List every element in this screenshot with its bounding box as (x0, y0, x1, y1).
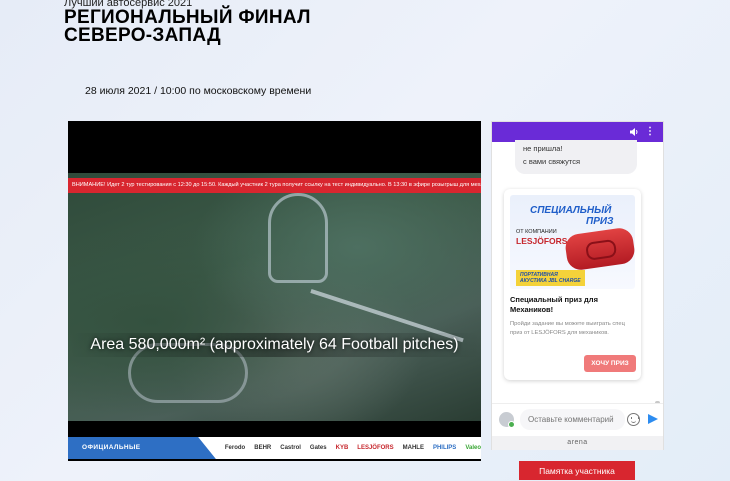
partner-logo: LESJÖFORS (357, 445, 394, 451)
promo-card: СПЕЦИАЛЬНЫЙ ПРИЗ ОТ КОМПАНИИ LESJÖFORS П… (504, 189, 641, 380)
video-frame: Area 580,000m² (approximately 64 Footbal… (68, 173, 481, 459)
promo-image-tag: ПОРТАТИВНАЯ АКУСТИКА JBL CHARGE (516, 270, 585, 286)
chat-widget: ⋮ не пришла! с вами свяжутся СПЕЦИАЛЬНЫЙ… (491, 121, 664, 450)
video-caption: Area 580,000m² (approximately 64 Footbal… (68, 333, 481, 357)
page-title-line2: СЕВЕРО-ЗАПАД (64, 25, 221, 46)
warning-banner: ВНИМАНИЕ! Идет 2 тур тестирования с 12:3… (68, 178, 481, 193)
video-player[interactable]: Area 580,000m² (approximately 64 Footbal… (68, 121, 481, 461)
promo-title: Специальный приз для Механиков! (510, 295, 598, 314)
partner-logo: Valeo (465, 445, 481, 451)
race-track-outline (268, 193, 328, 283)
promo-image-brand: LESJÖFORS (516, 236, 568, 246)
event-date: 28 июля 2021 / 10:00 по московскому врем… (85, 85, 312, 97)
promo-image: СПЕЦИАЛЬНЫЙ ПРИЗ ОТ КОМПАНИИ LESJÖFORS П… (510, 195, 635, 289)
chat-footer-brand: arena (492, 436, 663, 450)
speaker-icon[interactable] (629, 127, 639, 137)
partners-bar: ОФИЦИАЛЬНЫЕ ПАРТНЕРЫ Ferodo BEHR Castrol… (68, 437, 481, 459)
promo-image-from: ОТ КОМПАНИИ (516, 229, 557, 235)
participant-memo-button[interactable]: Памятка участника (519, 461, 635, 480)
page-title: РЕГИОНАЛЬНЫЙ ФИНАЛ СЕВЕРО-ЗАПАД (64, 8, 311, 46)
chat-messages[interactable]: не пришла! с вами свяжутся СПЕЦИАЛЬНЫЙ П… (492, 140, 663, 432)
promo-image-heading: ПРИЗ (586, 216, 614, 227)
promo-tag-line: АКУСТИКА JBL CHARGE (520, 278, 581, 284)
partner-logo: Gates (309, 445, 327, 451)
chat-message: не пришла! с вами свяжутся (515, 140, 637, 174)
partner-logo: Ferodo (224, 445, 246, 451)
partners-label: ОФИЦИАЛЬНЫЕ ПАРТНЕРЫ (68, 437, 216, 459)
more-menu-icon[interactable]: ⋮ (645, 126, 655, 138)
comment-input[interactable] (520, 409, 625, 430)
chat-input-row (492, 403, 663, 436)
partner-logo: MAHLE (402, 445, 424, 451)
chat-header: ⋮ (492, 122, 663, 142)
partner-logo: BEHR (254, 445, 272, 451)
emoji-icon[interactable] (627, 413, 640, 426)
chat-message-line: с вами свяжутся (523, 157, 581, 166)
send-icon[interactable] (648, 414, 658, 424)
partner-logo: KYB (335, 445, 349, 451)
want-prize-button[interactable]: ХОЧУ ПРИЗ (584, 355, 636, 372)
partner-logo: PHILIPS (432, 445, 457, 451)
promo-image-heading: СПЕЦИАЛЬНЫЙ (530, 205, 612, 216)
chat-message-line: не пришла! (523, 144, 563, 153)
partner-logo: Castrol (280, 445, 301, 451)
portable-speaker-image (563, 226, 635, 272)
avatar (499, 412, 515, 428)
promo-text: Пройди задание вы можете выиграть спец п… (510, 321, 625, 336)
